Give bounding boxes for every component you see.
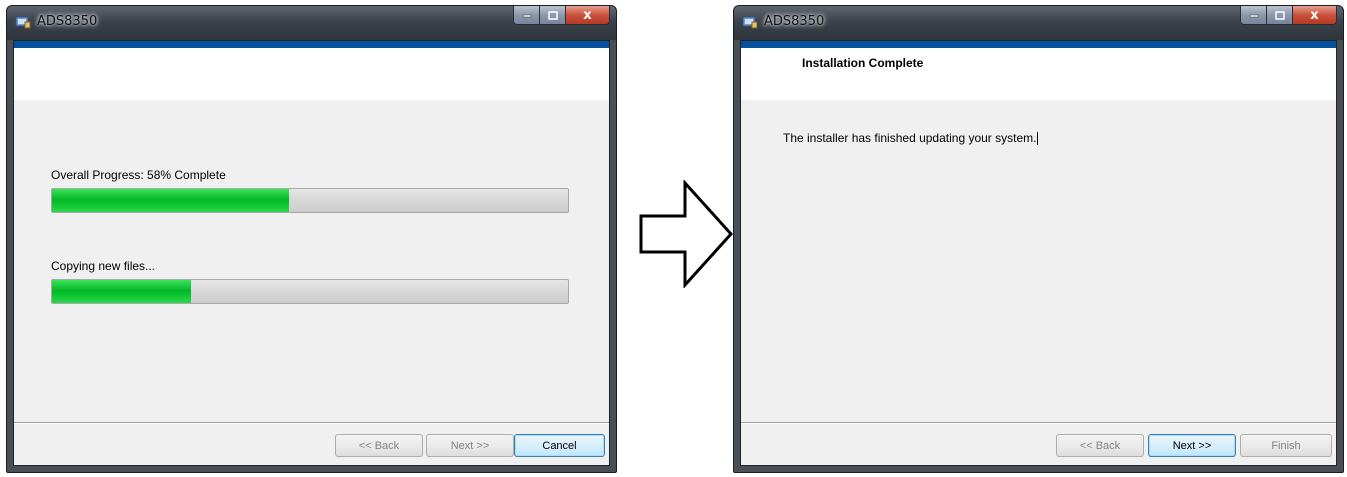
footer-divider [741, 422, 1336, 424]
close-button[interactable]: x [566, 6, 610, 25]
next-button[interactable]: Next >> [1148, 434, 1236, 457]
back-button[interactable]: << Back [335, 434, 423, 457]
close-icon: x [1310, 7, 1319, 23]
overall-progress-bar [51, 188, 569, 213]
finish-button[interactable]: Finish [1240, 434, 1332, 457]
header-strip [14, 41, 609, 48]
title-bar[interactable]: ADS8350 x [7, 6, 616, 40]
header-strip [741, 41, 1336, 48]
title-bar[interactable]: ADS8350 x [734, 6, 1343, 40]
page-title: Installation Complete [802, 56, 924, 70]
maximize-icon [547, 10, 558, 20]
close-icon: x [583, 7, 592, 23]
minimize-button[interactable] [1240, 6, 1267, 25]
right-arrow-icon [639, 180, 734, 288]
copying-files-label: Copying new files... [51, 259, 156, 273]
minimize-icon [522, 14, 531, 18]
maximize-button[interactable] [540, 6, 566, 25]
footer-divider [14, 422, 609, 424]
window-title: ADS8350 [37, 14, 98, 29]
installer-app-icon [15, 16, 31, 29]
installer-window-complete: ADS8350 x Installation Complete The inst… [733, 5, 1344, 473]
installer-window-progress: ADS8350 x Overall Progress: 58% Complete… [6, 5, 617, 473]
next-button[interactable]: Next >> [426, 434, 514, 457]
text-cursor [1037, 132, 1039, 146]
copying-progress-fill [52, 280, 192, 303]
maximize-icon [1274, 10, 1285, 20]
close-button[interactable]: x [1293, 6, 1337, 25]
minimize-icon [1249, 14, 1258, 18]
completion-message-text: The installer has finished updating your… [783, 131, 1037, 145]
installer-app-icon [742, 16, 758, 29]
overall-progress-label: Overall Progress: 58% Complete [51, 168, 226, 182]
completion-message: The installer has finished updating your… [783, 131, 1039, 146]
window-title: ADS8350 [764, 14, 825, 29]
installer-client-area: Installation Complete The installer has … [740, 40, 1337, 466]
copying-progress-bar [51, 279, 569, 304]
minimize-button[interactable] [513, 6, 540, 25]
maximize-button[interactable] [1267, 6, 1293, 25]
back-button[interactable]: << Back [1056, 434, 1144, 457]
header-banner [14, 48, 609, 100]
cancel-button[interactable]: Cancel [514, 434, 605, 457]
header-banner: Installation Complete [741, 48, 1336, 100]
overall-progress-fill [52, 189, 290, 212]
installer-client-area: Overall Progress: 58% Complete Copying n… [13, 40, 610, 466]
